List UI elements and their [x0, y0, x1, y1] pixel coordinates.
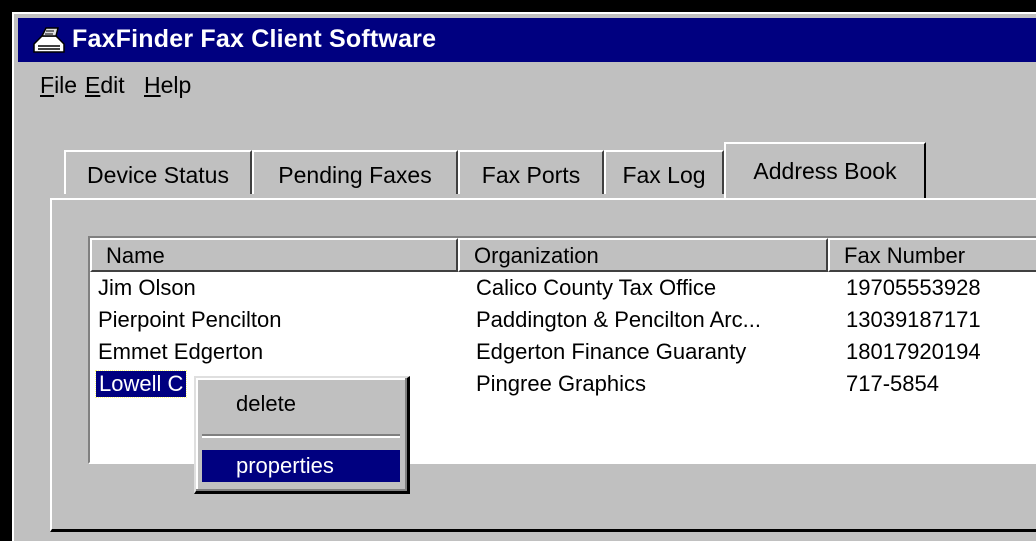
- contact-name: Pierpoint Pencilton: [98, 307, 282, 332]
- contact-fax-number: 18017920194: [846, 339, 981, 364]
- contact-organization: Edgerton Finance Guaranty: [476, 339, 747, 364]
- window-title: FaxFinder Fax Client Software: [72, 25, 437, 53]
- menu-file[interactable]: File: [40, 72, 77, 99]
- tab-pending-faxes[interactable]: Pending Faxes: [252, 150, 458, 194]
- list-item[interactable]: Pierpoint Pencilton Paddington & Pencilt…: [90, 306, 1036, 338]
- column-header-fax-number[interactable]: Fax Number: [828, 238, 1036, 272]
- tab-strip: Device Status Pending Faxes Fax Ports Fa…: [64, 142, 1036, 200]
- tab-fax-log[interactable]: Fax Log: [604, 150, 724, 194]
- title-bar[interactable]: FaxFinder Fax Client Software: [18, 18, 1036, 62]
- context-menu-delete[interactable]: delete: [202, 388, 400, 420]
- menu-accelerator: H: [144, 72, 161, 98]
- context-menu: delete properties: [194, 376, 410, 494]
- contact-organization: Pingree Graphics: [476, 371, 646, 396]
- contact-fax-number: 13039187171: [846, 307, 981, 332]
- tab-fax-ports[interactable]: Fax Ports: [458, 150, 604, 194]
- contact-name: Jim Olson: [98, 275, 196, 300]
- contact-name: Emmet Edgerton: [98, 339, 264, 364]
- contact-organization: Paddington & Pencilton Arc...: [476, 307, 761, 332]
- context-menu-separator: [202, 434, 400, 438]
- fax-machine-icon: [33, 27, 65, 53]
- menu-help[interactable]: Help: [144, 72, 191, 99]
- context-menu-properties[interactable]: properties: [202, 450, 400, 482]
- contact-organization: Calico County Tax Office: [476, 275, 717, 300]
- contact-fax-number: 19705553928: [846, 275, 981, 300]
- contact-name: Lowell C: [94, 370, 188, 398]
- menu-accelerator: F: [40, 72, 55, 98]
- list-header: Name Organization Fax Number: [90, 238, 1036, 272]
- menu-accelerator: E: [85, 72, 101, 98]
- column-header-organization[interactable]: Organization: [458, 238, 828, 272]
- contact-fax-number: 717-5854: [846, 371, 939, 396]
- column-header-name[interactable]: Name: [90, 238, 458, 272]
- list-item[interactable]: Emmet Edgerton Edgerton Finance Guaranty…: [90, 338, 1036, 370]
- list-item[interactable]: Jim Olson Calico County Tax Office 19705…: [90, 274, 1036, 306]
- menu-edit[interactable]: Edit: [85, 72, 125, 99]
- tab-device-status[interactable]: Device Status: [64, 150, 252, 194]
- app-window: FaxFinder Fax Client Software File Edit …: [12, 12, 1036, 541]
- tab-address-book[interactable]: Address Book: [724, 142, 926, 198]
- menu-bar: File Edit Help: [14, 66, 1036, 106]
